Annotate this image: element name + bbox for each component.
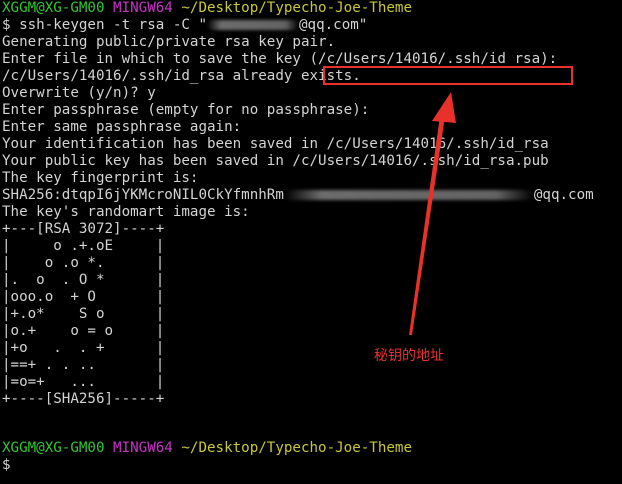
arrow-icon: [409, 92, 456, 335]
terminal-window[interactable]: XGGM@XG-GM00 MINGW64 ~/Desktop/Typecho-J…: [0, 0, 622, 484]
annotation-label: 秘钥的地址: [374, 348, 444, 364]
